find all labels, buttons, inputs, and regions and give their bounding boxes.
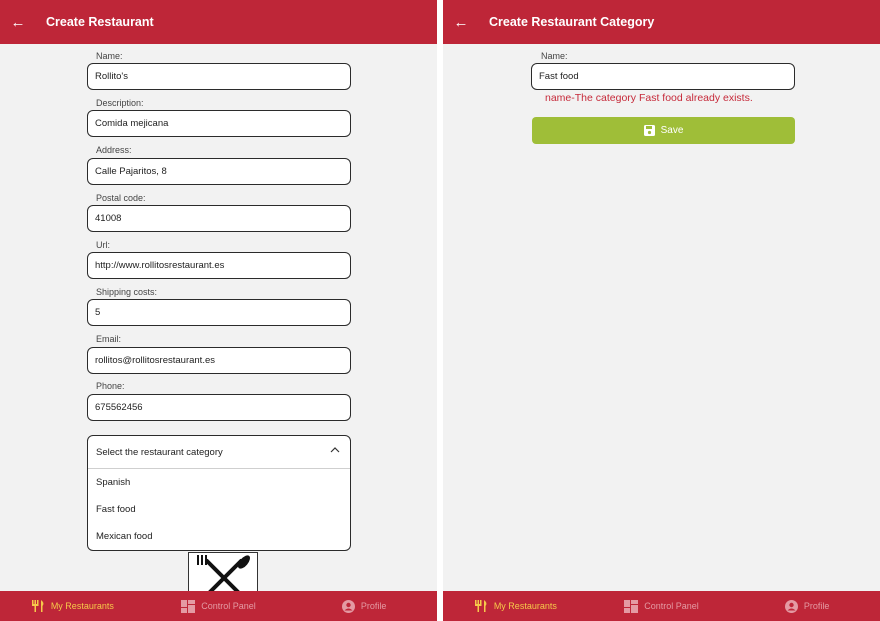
page-title: Create Restaurant	[46, 15, 154, 29]
tab-label: Control Panel	[644, 601, 699, 611]
tab-label: My Restaurants	[493, 601, 557, 611]
tab-my-restaurants[interactable]: My Restaurants	[443, 600, 589, 612]
restaurant-category-dropdown[interactable]: Select the restaurant category Spanish F…	[87, 435, 351, 551]
save-button-label: Save	[660, 125, 684, 136]
address-label: Address:	[96, 145, 132, 155]
tab-label: Profile	[803, 601, 830, 611]
back-arrow-icon[interactable]: ←	[453, 0, 469, 44]
description-input[interactable]: Comida mejicana	[87, 110, 351, 137]
shipping-costs-input[interactable]: 5	[87, 299, 351, 326]
profile-icon	[341, 599, 355, 613]
error-message: name-The category Fast food already exis…	[545, 92, 753, 104]
email-input[interactable]: rollitos@rollitosrestaurant.es	[87, 347, 351, 374]
tab-my-restaurants[interactable]: My Restaurants	[0, 600, 146, 612]
dashboard-icon	[624, 599, 639, 613]
bottom-tab-bar: My Restaurants Control Panel Profile	[0, 591, 437, 621]
bottom-tab-bar: My Restaurants Control Panel Profile	[443, 591, 880, 621]
tab-label: Control Panel	[201, 601, 256, 611]
tab-label: My Restaurants	[50, 601, 114, 611]
address-input[interactable]: Calle Pajaritos, 8	[87, 158, 351, 185]
category-option-mexican-food[interactable]: Mexican food	[88, 523, 350, 550]
postal-code-input[interactable]: 41008	[87, 205, 351, 232]
back-arrow-icon[interactable]: ←	[10, 0, 26, 44]
phone-input[interactable]: 675562456	[87, 394, 351, 421]
chevron-up-icon[interactable]	[330, 445, 340, 458]
app-header: ← Create Restaurant Category	[443, 0, 880, 44]
page-title: Create Restaurant Category	[489, 15, 655, 29]
shipping-costs-label: Shipping costs:	[96, 287, 158, 297]
category-select-placeholder: Select the restaurant category	[96, 446, 223, 458]
category-name-input[interactable]: Fast food	[531, 63, 795, 90]
utensils-icon	[31, 600, 45, 612]
name-label: Name:	[96, 51, 123, 61]
utensils-icon	[474, 600, 488, 612]
category-option-fast-food[interactable]: Fast food	[88, 496, 350, 523]
save-button[interactable]: Save	[532, 117, 795, 144]
restaurant-logo-image[interactable]	[188, 552, 258, 592]
category-name-label: Name:	[541, 51, 568, 61]
tab-profile[interactable]: Profile	[291, 599, 437, 613]
url-label: Url:	[96, 240, 110, 250]
email-label: Email:	[96, 334, 122, 344]
cutlery-icon	[205, 559, 243, 591]
tab-profile[interactable]: Profile	[734, 599, 880, 613]
category-select-header[interactable]: Select the restaurant category	[88, 436, 350, 469]
category-option-spanish[interactable]: Spanish	[88, 469, 350, 496]
tab-control-panel[interactable]: Control Panel	[589, 599, 735, 613]
dashboard-icon	[181, 599, 196, 613]
tab-control-panel[interactable]: Control Panel	[146, 599, 292, 613]
create-category-screen: ← Create Restaurant Category Name: Fast …	[443, 0, 880, 621]
tab-label: Profile	[360, 601, 387, 611]
description-label: Description:	[96, 98, 144, 108]
phone-label: Phone:	[96, 381, 125, 391]
url-input[interactable]: http://www.rollitosrestaurant.es	[87, 252, 351, 279]
postal-code-label: Postal code:	[96, 193, 146, 203]
profile-icon	[784, 599, 798, 613]
create-restaurant-screen: ← Create Restaurant Name: Rollito's Desc…	[0, 0, 437, 621]
app-header: ← Create Restaurant	[0, 0, 437, 44]
floppy-disk-icon	[643, 125, 655, 136]
name-input[interactable]: Rollito's	[87, 63, 351, 90]
